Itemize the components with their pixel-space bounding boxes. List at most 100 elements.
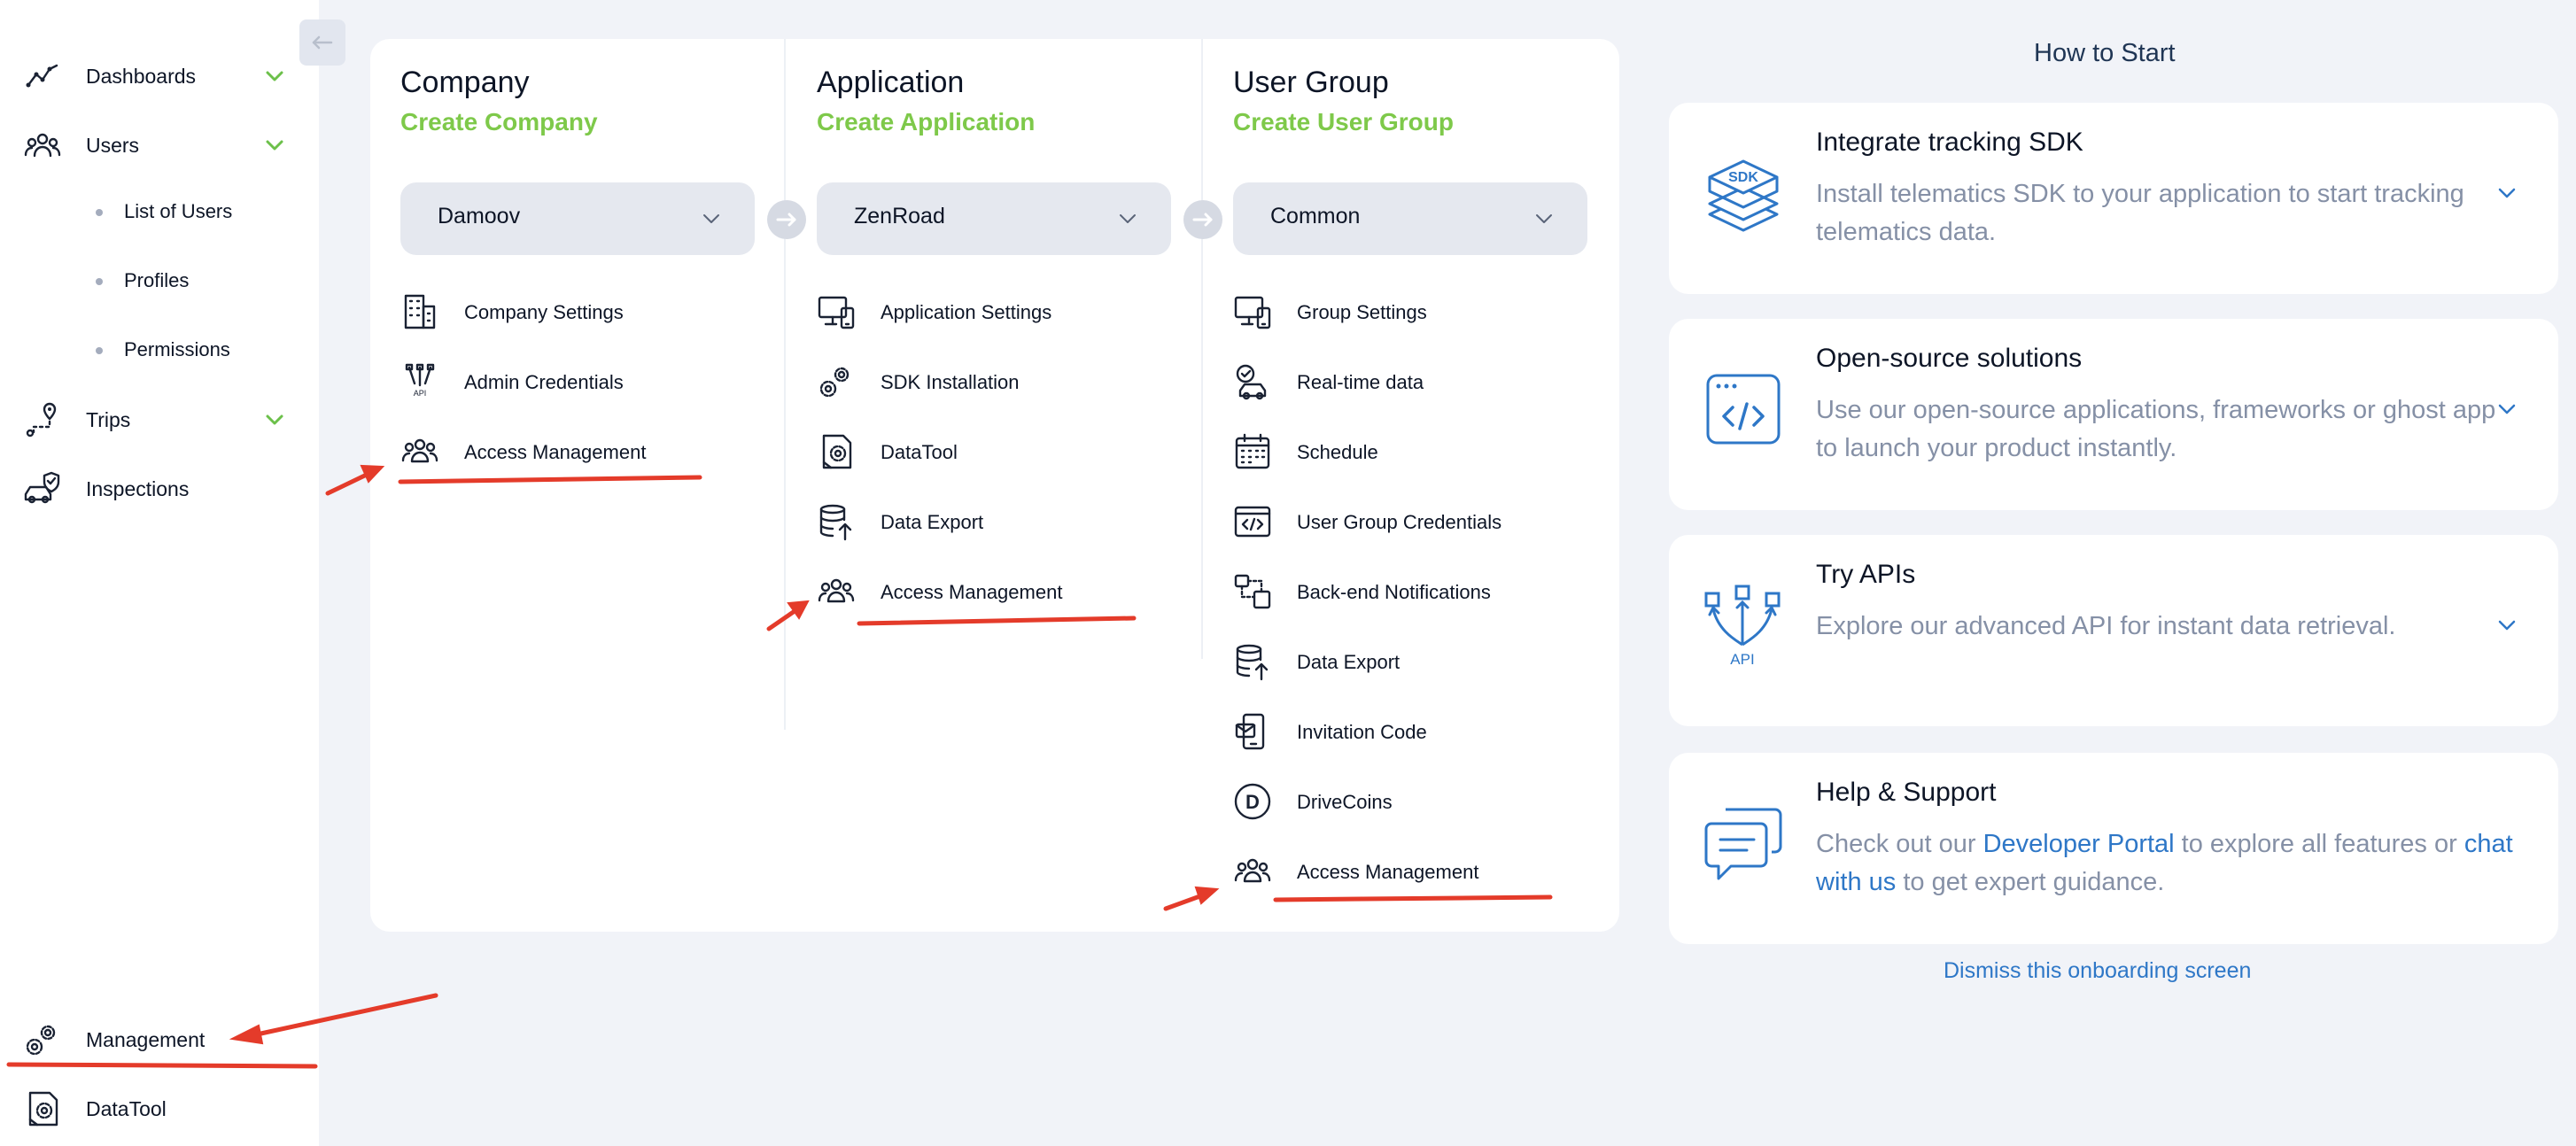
sdk-installation-item[interactable]: SDK Installation	[817, 353, 1189, 410]
sidebar-item-dashboards[interactable]: Dashboards	[0, 43, 319, 110]
chevron-down-icon[interactable]	[262, 64, 287, 89]
bullet-dot	[96, 278, 103, 285]
menu-item-label: Invitation Code	[1297, 721, 1427, 743]
chevron-down-icon	[1120, 214, 1136, 223]
sidebar-subitem-label: Permissions	[124, 338, 230, 360]
admin-credentials-item[interactable]: API Admin Credentials	[400, 353, 772, 410]
company-access-management-item[interactable]: Access Management	[400, 423, 772, 480]
api-icon-text: API	[1730, 651, 1754, 668]
card-title: Help & Support	[1816, 778, 1997, 807]
company-settings-item[interactable]: Company Settings	[400, 283, 772, 340]
chevron-down-icon[interactable]	[2495, 397, 2519, 422]
sidebar-item-datatool[interactable]: DataTool	[0, 1075, 319, 1142]
sidebar-item-management[interactable]: Management	[0, 1006, 319, 1073]
collapse-sidebar-button[interactable]	[299, 19, 345, 66]
menu-item-label: Application Settings	[881, 301, 1052, 323]
application-select[interactable]: ZenRoad	[817, 182, 1171, 255]
menu-item-label: Data Export	[881, 511, 984, 533]
company-select[interactable]: Damoov	[400, 182, 755, 255]
menu-item-label: Group Settings	[1297, 301, 1427, 323]
back-end-notifications-item[interactable]: Back-end Notifications	[1233, 563, 1605, 620]
user-group-select[interactable]: Common	[1233, 182, 1587, 255]
sidebar-item-trips[interactable]: Trips	[0, 386, 319, 453]
create-user-group-link[interactable]: Create User Group	[1233, 108, 1454, 136]
sidebar-item-label: Management	[86, 1027, 206, 1051]
sidebar-item-inspections[interactable]: Inspections	[0, 455, 319, 523]
people-icon	[401, 438, 438, 463]
sidebar-item-users[interactable]: Users	[0, 112, 319, 179]
chevron-down-icon	[703, 214, 719, 223]
application-select-value: ZenRoad	[854, 204, 945, 228]
code-window-icon	[1234, 506, 1271, 538]
create-company-link[interactable]: Create Company	[400, 108, 598, 136]
sdk-layers-icon: SDK	[1708, 159, 1779, 232]
menu-item-label: Access Management	[881, 581, 1063, 603]
menu-item-label: Admin Credentials	[464, 371, 624, 393]
sdk-icon-text: SDK	[1728, 170, 1758, 185]
sidebar-item-label: DataTool	[86, 1096, 167, 1120]
annotation-arrow	[325, 469, 375, 496]
bullet-dot	[96, 209, 103, 216]
menu-item-label: Company Settings	[464, 301, 624, 323]
sidebar: Dashboards Users List of Users Profiles …	[0, 0, 319, 1146]
api-nodes-icon: API	[1704, 585, 1781, 668]
try-apis-card[interactable]: API Try APIs Explore our advanced API fo…	[1669, 535, 2558, 726]
user-group-credentials-item[interactable]: User Group Credentials	[1233, 493, 1605, 550]
sidebar-item-label: Inspections	[86, 476, 190, 500]
user-group-select-value: Common	[1270, 204, 1361, 228]
chevron-down-icon[interactable]	[2495, 181, 2519, 205]
api-key-icon: API	[405, 363, 435, 398]
chevron-down-icon[interactable]	[2495, 613, 2519, 638]
sidebar-item-label: Trips	[86, 407, 131, 431]
datatool-item[interactable]: DataTool	[817, 423, 1189, 480]
developer-portal-link[interactable]: Developer Portal	[1983, 830, 2175, 858]
drivecoins-item[interactable]: D DriveCoins	[1233, 773, 1605, 830]
company-select-value: Damoov	[438, 204, 521, 228]
data-export-item[interactable]: Data Export	[817, 493, 1189, 550]
menu-item-label: SDK Installation	[881, 371, 1020, 393]
sidebar-subitem-permissions[interactable]: Permissions	[0, 319, 319, 381]
monitor-phone-icon	[1234, 296, 1271, 329]
card-description: Install telematics SDK to your applicati…	[1816, 180, 2464, 246]
calendar-icon	[1235, 433, 1270, 469]
card-title: Try APIs	[1816, 560, 1916, 589]
application-access-management-item[interactable]: Access Management	[817, 563, 1189, 620]
chevron-down-icon[interactable]	[262, 133, 287, 158]
menu-item-label: DataTool	[881, 441, 958, 463]
database-export-icon	[1236, 644, 1269, 681]
hierarchy-panel: Company Create Company Damoov Company Se…	[370, 39, 1619, 932]
card-title: Open-source solutions	[1816, 344, 2083, 373]
group-access-management-item[interactable]: Access Management	[1233, 843, 1605, 900]
sidebar-subitem-list-of-users[interactable]: List of Users	[0, 181, 319, 243]
column-title: Company	[400, 66, 530, 99]
schedule-item[interactable]: Schedule	[1233, 423, 1605, 480]
datatool-icon	[28, 1091, 58, 1127]
bullet-dot	[96, 347, 103, 354]
open-source-card[interactable]: Open-source solutions Use our open-sourc…	[1669, 319, 2558, 510]
column-title: Application	[817, 66, 965, 99]
real-time-data-item[interactable]: Real-time data	[1233, 353, 1605, 410]
sidebar-subitem-profiles[interactable]: Profiles	[0, 250, 319, 312]
application-settings-item[interactable]: Application Settings	[817, 283, 1189, 340]
integrate-sdk-card[interactable]: SDK Integrate tracking SDK Install telem…	[1669, 103, 2558, 294]
help-text-part: to get expert guidance.	[1896, 868, 2165, 896]
chevron-down-icon[interactable]	[262, 407, 287, 432]
menu-item-label: Back-end Notifications	[1297, 581, 1491, 603]
create-application-link[interactable]: Create Application	[817, 108, 1035, 136]
sidebar-subitem-label: List of Users	[124, 200, 233, 222]
group-settings-item[interactable]: Group Settings	[1233, 283, 1605, 340]
menu-item-label: Access Management	[464, 441, 647, 463]
group-data-export-item[interactable]: Data Export	[1233, 633, 1605, 690]
invitation-code-item[interactable]: Invitation Code	[1233, 703, 1605, 760]
menu-item-label: User Group Credentials	[1297, 511, 1502, 533]
user-group-column: User Group Create User Group Common Grou…	[1203, 39, 1619, 932]
building-icon	[404, 294, 436, 329]
dismiss-onboarding-link[interactable]: Dismiss this onboarding screen	[1944, 958, 2251, 984]
help-text-part: Check out our	[1816, 830, 1983, 858]
card-description: Explore our advanced API for instant dat…	[1816, 612, 2396, 640]
chevron-down-icon	[1536, 214, 1552, 223]
arrow-left-icon	[312, 35, 333, 50]
help-support-card: Help & Support Check out our Developer P…	[1669, 753, 2558, 944]
people-icon	[1234, 858, 1271, 883]
gears-icon	[819, 367, 850, 398]
